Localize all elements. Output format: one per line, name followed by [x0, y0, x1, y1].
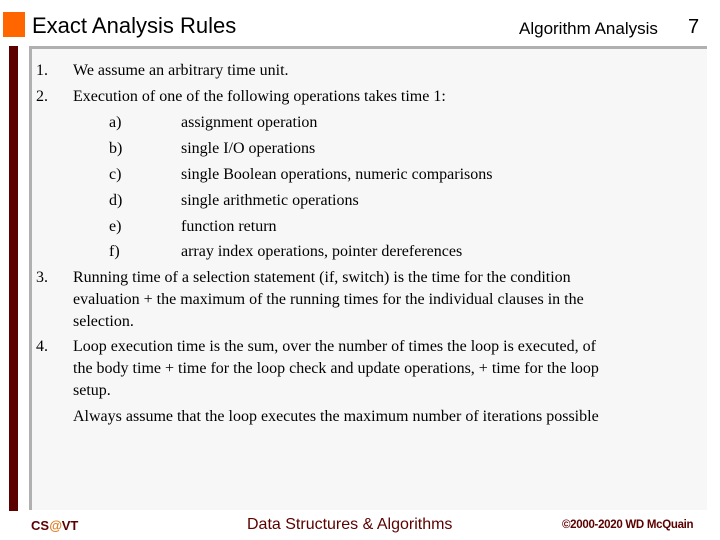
- subitem-text: single Boolean operations, numeric compa…: [181, 166, 493, 183]
- item-number: 2.: [36, 88, 48, 105]
- subitem-text: function return: [181, 218, 277, 235]
- subitem-label: e): [109, 218, 122, 235]
- maroon-side-bar: [9, 46, 18, 511]
- item-text-line: Loop execution time is the sum, over the…: [73, 338, 596, 355]
- slide-title: Exact Analysis Rules: [32, 13, 237, 38]
- item-text-line: evaluation + the maximum of the running …: [73, 291, 584, 308]
- subitem-text: assignment operation: [181, 114, 318, 131]
- footer-cs: CS: [31, 518, 50, 533]
- page-number: 7: [688, 16, 700, 38]
- orange-accent-square: [3, 12, 25, 37]
- subitem-label: f): [109, 243, 120, 260]
- loop-note: Always assume that the loop executes the…: [73, 408, 599, 425]
- item-text-line: Running time of a selection statement (i…: [73, 269, 571, 286]
- footer-vt: VT: [61, 518, 79, 533]
- subitem-text: single arithmetic operations: [181, 192, 359, 209]
- header-topic: Algorithm Analysis: [519, 19, 658, 38]
- content-panel: 1. We assume an arbitrary time unit. 2. …: [29, 46, 707, 510]
- subitem-text: array index operations, pointer derefere…: [181, 243, 463, 260]
- footer-copyright: ©2000-2020 WD McQuain: [562, 519, 694, 531]
- subitem-label: c): [109, 166, 122, 183]
- subitem-label: b): [109, 140, 123, 157]
- item-text: Execution of one of the following operat…: [73, 88, 446, 105]
- subitem-text: single I/O operations: [181, 140, 316, 157]
- subitem-label: a): [109, 114, 122, 131]
- item-text-line: selection.: [73, 313, 134, 330]
- subitem-label: d): [109, 192, 123, 209]
- item-text-line: setup.: [73, 382, 111, 399]
- item-number: 4.: [36, 338, 48, 355]
- item-number: 3.: [36, 269, 48, 286]
- footer-course-title: Data Structures & Algorithms: [247, 516, 453, 533]
- item-text-line: the body time + time for the loop check …: [73, 360, 599, 377]
- footer-at: @: [49, 518, 62, 533]
- item-text: We assume an arbitrary time unit.: [73, 62, 289, 79]
- item-number: 1.: [36, 62, 48, 79]
- footer-cs-vt: CS@VT: [31, 518, 78, 533]
